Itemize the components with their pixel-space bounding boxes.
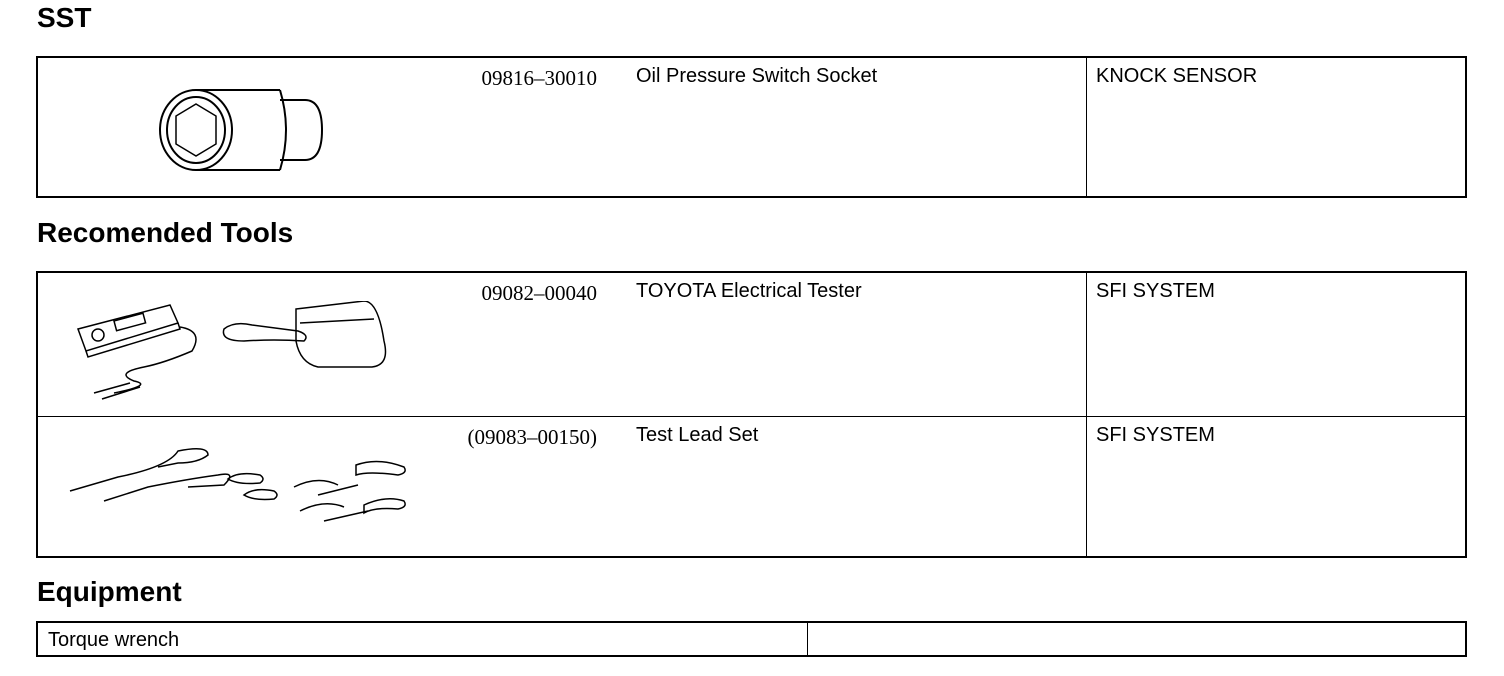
section-name: SFI SYSTEM	[1096, 424, 1215, 446]
equipment-heading: Equipment	[37, 576, 182, 607]
table-row: 09082–00040 TOYOTA Electrical Tester SFI…	[38, 273, 1465, 417]
column-divider	[807, 623, 808, 655]
part-number: 09082–00040	[481, 281, 598, 305]
column-divider	[1086, 417, 1087, 556]
part-number: (09083–00150)	[467, 425, 598, 449]
tool-name: Test Lead Set	[636, 424, 759, 446]
test-lead-set-icon	[69, 448, 406, 522]
section-name: KNOCK SENSOR	[1096, 65, 1258, 87]
table-row: (09083–00150) Test Lead Set SFI SYSTEM	[38, 417, 1465, 556]
recommended-tools-heading: Recomended Tools	[37, 217, 294, 248]
part-number: 09816–30010	[481, 66, 598, 90]
column-divider	[1086, 273, 1087, 416]
equipment-table: Torque wrench	[36, 621, 1467, 657]
electrical-tester-icon	[77, 301, 387, 400]
tool-name: Oil Pressure Switch Socket	[636, 65, 878, 87]
sst-heading: SST	[37, 2, 92, 33]
equipment-name: Torque wrench	[48, 629, 180, 651]
socket-icon	[159, 89, 324, 171]
tool-name: TOYOTA Electrical Tester	[636, 280, 862, 302]
column-divider	[1086, 58, 1087, 196]
sst-table: 09816–30010 Oil Pressure Switch Socket K…	[36, 56, 1467, 198]
recommended-tools-table: 09082–00040 TOYOTA Electrical Tester SFI…	[36, 271, 1467, 558]
section-name: SFI SYSTEM	[1096, 280, 1215, 302]
table-row: 09816–30010 Oil Pressure Switch Socket K…	[38, 58, 1465, 196]
